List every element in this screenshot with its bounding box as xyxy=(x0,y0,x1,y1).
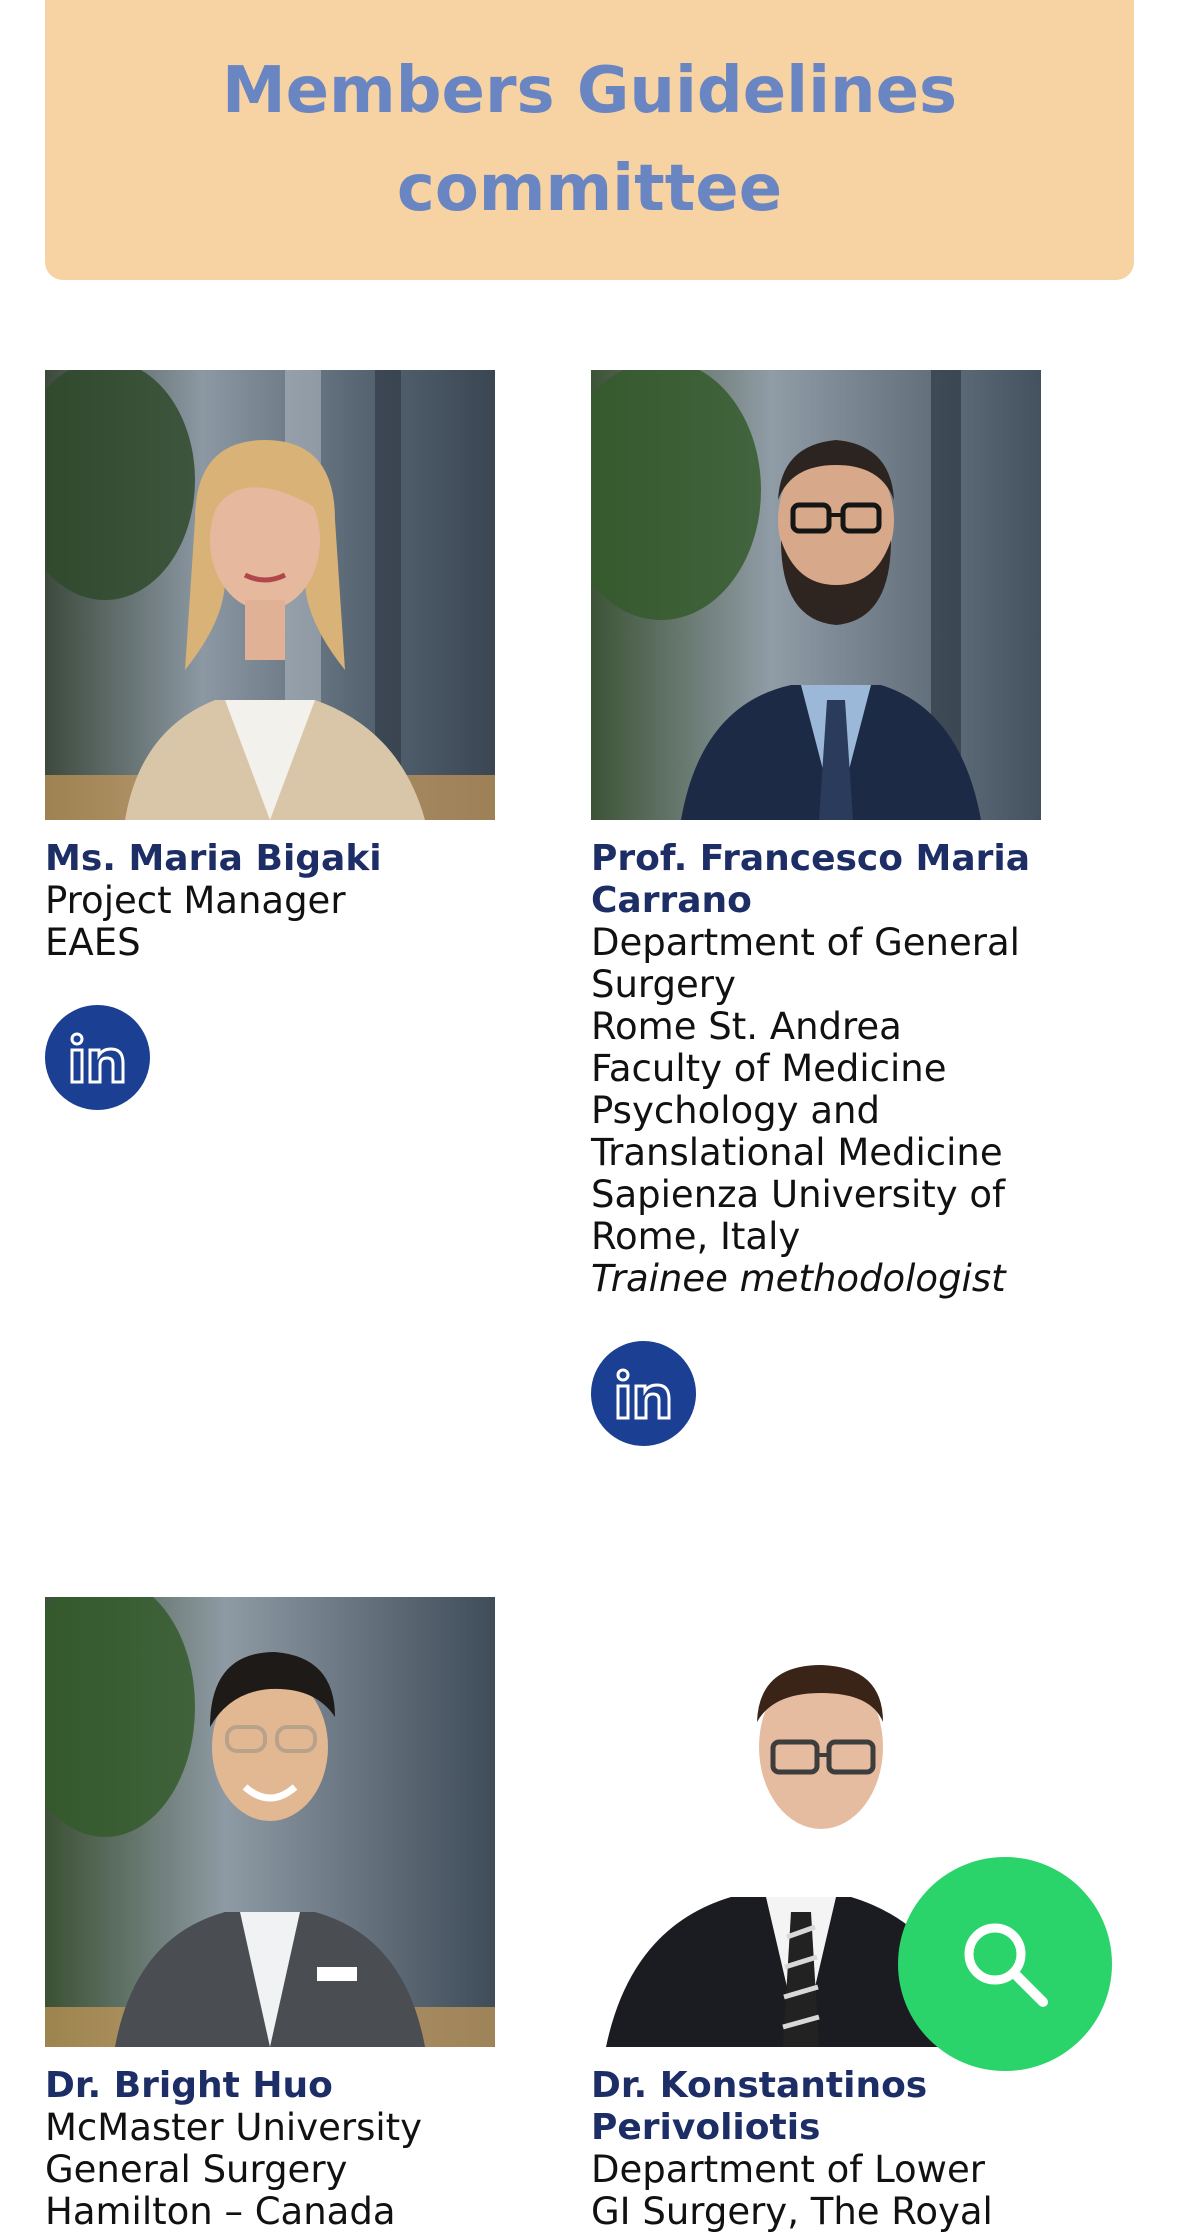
member-detail-line: Faculty of Medicine xyxy=(591,1047,947,1090)
member-name: Prof. Francesco Maria Carrano xyxy=(591,838,1061,922)
member-card-bright-huo: Dr. Bright Huo McMaster University Gener… xyxy=(45,1597,505,2233)
member-name: Ms. Maria Bigaki xyxy=(45,838,382,879)
member-card-francesco-carrano: Prof. Francesco Maria Carrano Department… xyxy=(591,370,1051,1470)
search-button[interactable] xyxy=(898,1857,1112,2071)
member-name: Dr. Konstantinos Perivoliotis xyxy=(591,2065,1061,2149)
member-photo xyxy=(45,370,495,820)
member-detail-line: Surgery xyxy=(591,963,736,1006)
member-name-line2: Carrano xyxy=(591,880,752,921)
linkedin-icon xyxy=(70,1032,124,1083)
member-card-maria-bigaki: Ms. Maria Bigaki Project Manager EAES xyxy=(45,370,505,1130)
committee-banner: Members Guidelines committee xyxy=(45,0,1134,280)
member-details: Department of General Surgery Rome St. A… xyxy=(591,922,1061,1300)
linkedin-link[interactable] xyxy=(591,1341,696,1446)
member-role: Trainee methodologist xyxy=(591,1257,1006,1300)
member-detail-line: Rome, Italy xyxy=(591,1215,801,1258)
member-detail-line: Hamilton – Canada xyxy=(45,2190,396,2233)
member-photo xyxy=(45,1597,495,2047)
member-details: McMaster University General Surgery Hami… xyxy=(45,2107,515,2233)
member-name: Dr. Bright Huo xyxy=(45,2065,333,2106)
member-photo xyxy=(591,370,1041,820)
member-detail-line: McMaster University xyxy=(45,2106,423,2149)
linkedin-link[interactable] xyxy=(45,1005,150,1110)
member-detail-line: Sapienza University of xyxy=(591,1173,1006,1216)
member-detail-line: Translational Medicine xyxy=(591,1131,1003,1174)
member-detail-line: EAES xyxy=(45,921,141,964)
member-name-line2: Perivoliotis xyxy=(591,2107,821,2148)
member-detail-line: Psychology and xyxy=(591,1089,880,1132)
member-detail-line: General Surgery xyxy=(45,2148,348,2191)
member-detail-line: Department of Lower xyxy=(591,2148,985,2191)
member-detail-line: Rome St. Andrea xyxy=(591,1005,902,1048)
member-name-line1: Dr. Konstantinos xyxy=(591,2065,928,2106)
section-title: Members Guidelines committee xyxy=(45,42,1134,238)
member-detail-line: Project Manager xyxy=(45,879,346,922)
linkedin-icon xyxy=(616,1368,670,1419)
member-details: Department of Lower GI Surgery, The Roya… xyxy=(591,2149,1061,2233)
section-title-line2: committee xyxy=(396,152,783,226)
member-detail-line: Department of General xyxy=(591,921,1020,964)
member-details: Project Manager EAES xyxy=(45,880,515,964)
section-title-line1: Members Guidelines xyxy=(221,54,958,128)
member-detail-line: GI Surgery, The Royal xyxy=(591,2190,993,2233)
search-icon xyxy=(964,1923,1048,2007)
member-name-line1: Prof. Francesco Maria xyxy=(591,838,1031,879)
